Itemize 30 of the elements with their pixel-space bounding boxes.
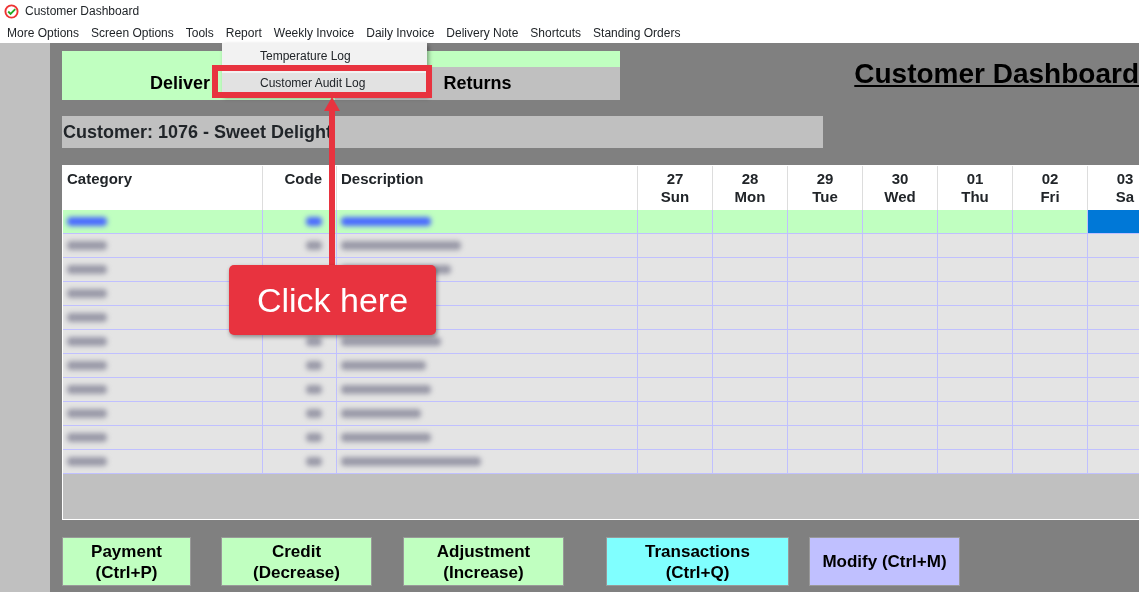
column-header: Category [63, 166, 263, 210]
menu-item[interactable]: More Options [2, 23, 87, 42]
column-header: 01 Thu [938, 166, 1013, 210]
menu-item[interactable]: Screen Options [86, 23, 181, 42]
menu-item[interactable]: Customer Audit Log [222, 73, 427, 93]
column-header: 02 Fri [1013, 166, 1088, 210]
menu-item[interactable]: Temperature Log [222, 46, 427, 65]
menu-item[interactable]: Shortcuts [525, 23, 589, 42]
callout-label: Click here [229, 265, 436, 335]
customer-label: Customer: 1076 - Sweet Delight [62, 116, 823, 148]
menu-item[interactable]: Standing Orders [588, 23, 688, 42]
column-header: 03 Sa [1088, 166, 1139, 210]
column-header: 27 Sun [638, 166, 713, 210]
menu-item[interactable]: Delivery Note [441, 23, 526, 42]
column-header: 28 Mon [713, 166, 788, 210]
action-button[interactable]: Transactions (Ctrl+Q) [606, 537, 789, 586]
dashboard-heading: Customer Dashboard [854, 57, 1139, 91]
action-button[interactable]: Credit (Decrease) [221, 537, 372, 586]
menu-item[interactable]: Weekly Invoice [268, 23, 362, 42]
action-button[interactable]: Adjustment (Increase) [403, 537, 564, 586]
menu-item[interactable]: Daily Invoice [361, 23, 442, 42]
column-header: 30 Wed [863, 166, 938, 210]
menu-item[interactable]: Report [220, 23, 269, 42]
action-button[interactable]: Modify (Ctrl+M) [809, 537, 960, 586]
column-header: Description [337, 166, 638, 210]
action-button[interactable]: Payment (Ctrl+P) [62, 537, 191, 586]
menu-item[interactable]: Tools [180, 23, 221, 42]
column-header: 29 Tue [788, 166, 863, 210]
window-title: Customer Dashboard [25, 3, 140, 20]
column-header: Code [263, 166, 337, 210]
